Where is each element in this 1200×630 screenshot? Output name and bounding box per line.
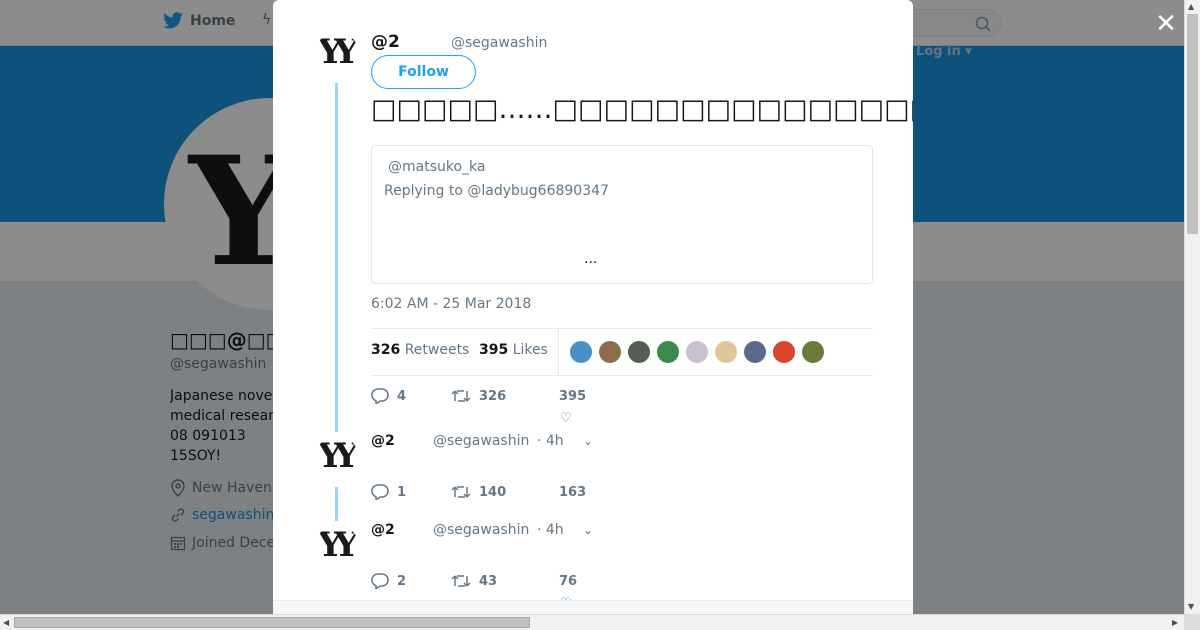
reply-author-avatar[interactable]: YY <box>315 436 359 480</box>
close-icon[interactable]: ✕ <box>1154 11 1178 37</box>
retweets-label: Retweets <box>404 342 470 358</box>
likes-label: Likes <box>512 342 548 358</box>
reply-count: 2 <box>397 573 407 589</box>
retweet-count: 43 <box>479 573 498 589</box>
likers-avatars <box>569 340 825 364</box>
modal-footer <box>273 600 913 614</box>
liker-avatar[interactable] <box>598 340 622 364</box>
scroll-up-icon[interactable]: ▲ <box>1188 2 1194 11</box>
tweet-author-avatar[interactable]: YY <box>315 32 359 76</box>
follow-button[interactable]: Follow <box>371 55 476 89</box>
vertical-scroll-thumb[interactable] <box>1187 14 1198 234</box>
replying-to[interactable]: Replying to @ladybug66890347 <box>384 183 609 199</box>
tweet-author-handle[interactable]: @segawashin <box>451 35 547 51</box>
retweet-icon <box>451 486 471 498</box>
tweet-author-name[interactable]: @2 <box>371 32 400 52</box>
likes-count: 395 <box>479 342 509 358</box>
scroll-right-icon[interactable]: ▶ <box>1172 618 1178 627</box>
horizontal-scrollbar[interactable]: ◀ ▶ <box>0 614 1184 630</box>
reply-button[interactable]: 4 <box>371 388 451 404</box>
retweet-count: 326 <box>479 388 507 404</box>
thread-line <box>335 487 338 521</box>
tweet-timestamp[interactable]: 6:02 AM - 25 Mar 2018 <box>371 296 531 312</box>
reply-author-avatar[interactable]: YY <box>315 525 359 569</box>
chevron-down-icon[interactable]: ⌄ <box>583 523 593 537</box>
reply-author-handle[interactable]: @segawashin <box>433 522 529 538</box>
liker-avatar[interactable] <box>656 340 680 364</box>
avatar-logo: YY <box>318 525 358 565</box>
scroll-left-icon[interactable]: ◀ <box>3 618 9 627</box>
reply-icon <box>371 573 389 589</box>
likes-stat[interactable]: 395 Likes <box>479 342 548 358</box>
retweet-icon <box>451 390 471 402</box>
like-button[interactable]: 163 <box>559 485 586 500</box>
retweet-button[interactable]: 140 <box>451 484 559 500</box>
liker-avatar[interactable] <box>685 340 709 364</box>
reply-count: 4 <box>397 388 407 404</box>
stats-divider <box>558 329 559 375</box>
reply-icon <box>371 484 389 500</box>
vertical-scrollbar[interactable]: ▲ ▼ <box>1184 0 1200 614</box>
retweet-button[interactable]: 326 <box>451 388 559 404</box>
chevron-down-icon[interactable]: ⌄ <box>583 434 593 448</box>
reply-time[interactable]: · 4h <box>537 522 564 538</box>
liker-avatar[interactable] <box>801 340 825 364</box>
reply-author-name[interactable]: @2 <box>371 522 395 538</box>
thread-line <box>335 83 338 432</box>
retweet-icon <box>451 575 471 587</box>
like-count: 76 <box>559 573 578 589</box>
heart-icon[interactable]: ♡ <box>560 411 572 426</box>
retweet-button[interactable]: 43 <box>451 573 559 589</box>
liker-avatar[interactable] <box>743 340 767 364</box>
horizontal-scroll-thumb[interactable] <box>14 617 530 628</box>
reply-actions: 1 140 163 <box>371 484 586 500</box>
reply-time[interactable]: · 4h <box>537 433 564 449</box>
reply-count: 1 <box>397 484 407 500</box>
like-button[interactable]: 76 <box>559 574 577 589</box>
like-count: 395 <box>559 388 587 404</box>
retweets-stat[interactable]: 326 Retweets <box>371 342 469 358</box>
retweets-count: 326 <box>371 342 401 358</box>
reply-icon <box>371 388 389 404</box>
liker-avatar[interactable] <box>714 340 738 364</box>
login-link[interactable]: Log in ▾ <box>916 44 972 59</box>
liker-avatar[interactable] <box>627 340 651 364</box>
reply-actions: 2 43 76 <box>371 573 577 589</box>
tweet-text: □□□□□……□□□□□□□□□□□□□□□□□□□□□□□□□□□□□□□□□… <box>371 94 913 125</box>
tweet-actions: 4 326 395 <box>371 388 586 404</box>
reply-author-name[interactable]: @2 <box>371 433 395 449</box>
tweet-modal: YY @2 @segawashin Follow □□□□□……□□□□□□□□… <box>273 0 913 614</box>
like-button[interactable]: 395 <box>559 389 586 404</box>
liker-avatar[interactable] <box>569 340 593 364</box>
liker-avatar[interactable] <box>772 340 796 364</box>
reply-button[interactable]: 1 <box>371 484 451 500</box>
retweet-count: 140 <box>479 484 507 500</box>
reply-author-handle[interactable]: @segawashin <box>433 433 529 449</box>
scroll-down-icon[interactable]: ▼ <box>1188 602 1194 611</box>
like-count: 163 <box>559 484 587 500</box>
scrollbar-corner <box>1184 614 1200 630</box>
avatar-logo: YY <box>318 32 358 72</box>
quoted-handle[interactable]: @matsuko_ka <box>388 159 486 175</box>
quoted-tweet[interactable]: @matsuko_ka Replying to @ladybug66890347… <box>371 145 873 284</box>
avatar-logo: YY <box>318 436 358 476</box>
reply-button[interactable]: 2 <box>371 573 451 589</box>
quote-ellipsis: ... <box>584 251 598 267</box>
tweet-stats: 326 Retweets 395 Likes <box>371 328 873 376</box>
